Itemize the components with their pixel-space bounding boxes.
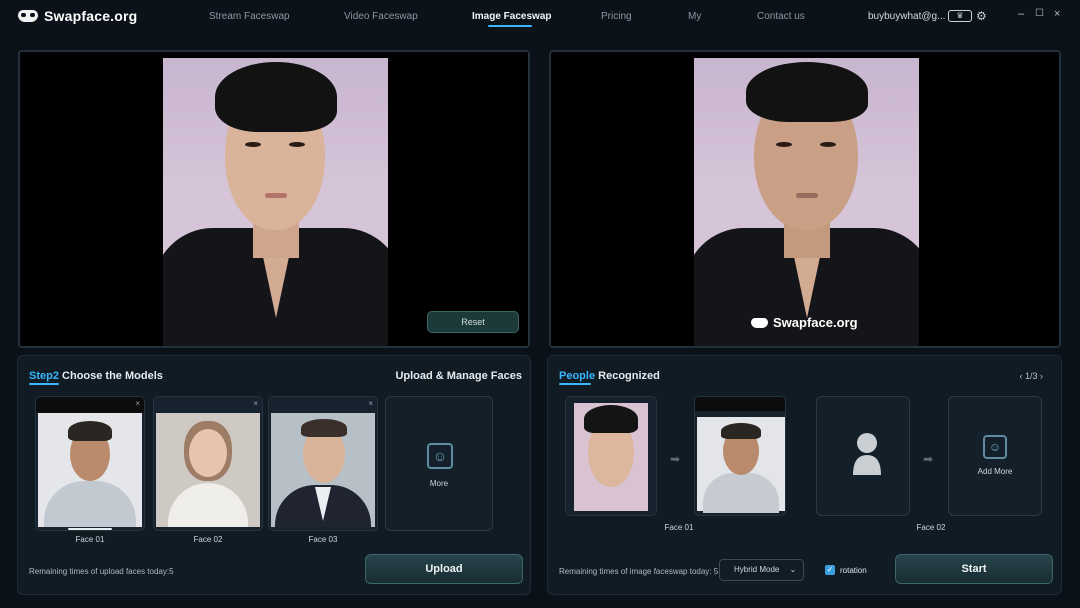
more-faces-card[interactable]: ☺ More (385, 396, 493, 531)
nav-video-faceswap[interactable]: Video Faceswap (344, 11, 418, 22)
face-scan-icon: ☺ (427, 443, 453, 469)
add-more-card[interactable]: ☺ Add More (948, 396, 1042, 516)
nav-image-faceswap[interactable]: Image Faceswap (472, 11, 551, 22)
upload-button[interactable]: Upload (365, 554, 523, 584)
card-header (695, 397, 785, 411)
upload-manage-faces-link[interactable]: Upload & Manage Faces (395, 370, 522, 382)
arrow-right-icon: ➡ (670, 452, 681, 466)
face-card-label: Face 01 (75, 535, 105, 544)
models-panel: Step2 Choose the Models Upload & Manage … (17, 355, 531, 595)
mode-select[interactable]: Hybrid Mode ⌄ (719, 559, 804, 581)
pager: ‹ 1/3 › (1019, 371, 1043, 381)
settings-gear-icon[interactable]: ⚙ (976, 9, 987, 23)
mode-value: Hybrid Mode (734, 565, 780, 574)
card-header (154, 397, 262, 413)
models-title-step: Step2 (29, 370, 59, 382)
reset-button[interactable]: Reset (427, 311, 519, 333)
portrait-hair (746, 62, 868, 122)
start-button[interactable]: Start (895, 554, 1053, 584)
more-label: More (429, 479, 449, 488)
page-indicator: 1/3 (1024, 371, 1038, 381)
pair-label: Face 01 (664, 523, 694, 532)
close-window-button[interactable]: × (1054, 8, 1060, 20)
close-icon[interactable]: × (253, 399, 258, 408)
portrait-eye-right (289, 142, 305, 147)
person-silhouette-icon (853, 433, 881, 475)
portrait-hair (215, 62, 337, 132)
target-face-photo (697, 417, 785, 513)
active-nav-indicator (488, 25, 532, 27)
top-bar: Swapface.org Stream Faceswap Video Faces… (0, 0, 1080, 34)
face-card-02[interactable]: × (153, 396, 263, 531)
chevron-right-icon[interactable]: › (1040, 371, 1043, 381)
models-title-text: Choose the Models (58, 370, 163, 382)
chevron-down-icon: ⌄ (789, 565, 797, 574)
nav-stream-faceswap[interactable]: Stream Faceswap (209, 11, 290, 22)
selected-indicator (68, 528, 112, 530)
add-more-label: Add More (977, 467, 1013, 476)
nav-my[interactable]: My (688, 11, 701, 22)
nav-pricing[interactable]: Pricing (601, 11, 632, 22)
mask-logo-icon (18, 10, 38, 22)
vip-crown-icon[interactable]: ♛ (948, 10, 972, 22)
face-01-photo (38, 413, 142, 527)
logo-text: Swapface.org (44, 8, 138, 24)
recognized-face-photo (574, 403, 648, 511)
source-photo (163, 58, 388, 346)
close-icon[interactable]: × (135, 399, 140, 408)
source-image-panel[interactable]: Reset (18, 50, 530, 348)
rotation-label: rotation (840, 566, 867, 575)
card-header (36, 397, 144, 413)
app-logo[interactable]: Swapface.org (18, 8, 137, 24)
nav-contact-us[interactable]: Contact us (757, 11, 805, 22)
user-account[interactable]: buybuywhat@g... (868, 11, 945, 22)
rotation-checkbox[interactable]: ✓ (825, 565, 835, 575)
face-scan-icon: ☺ (983, 435, 1007, 459)
swapface-watermark: Swapface.org (751, 315, 858, 330)
face-card-03[interactable]: × (268, 396, 378, 531)
arrow-right-icon: ➡ (923, 452, 934, 466)
recognized-face-placeholder[interactable] (816, 396, 910, 516)
result-image-panel[interactable]: Swapface.org (549, 50, 1061, 348)
face-card-label: Face 02 (193, 535, 223, 544)
faceswap-remaining-text: Remaining times of image faceswap today:… (559, 567, 719, 576)
recognized-title-highlight: People (559, 370, 596, 382)
maximize-button[interactable]: ☐ (1035, 8, 1044, 19)
face-03-photo (271, 413, 375, 527)
recognized-title-text: Recognized (595, 370, 660, 382)
pair-label: Face 02 (916, 523, 946, 532)
recognized-title: People Recognized (559, 370, 660, 382)
face-02-photo (156, 413, 260, 527)
upload-remaining-text: Remaining times of upload faces today:5 (29, 567, 174, 576)
card-header (269, 397, 377, 413)
close-icon[interactable]: × (368, 399, 373, 408)
portrait-eye-right (820, 142, 836, 147)
models-title: Step2 Choose the Models (29, 370, 163, 382)
portrait-mouth (796, 193, 818, 198)
mask-watermark-icon (751, 317, 768, 328)
minimize-button[interactable]: – (1018, 8, 1024, 20)
title-accent-bar (559, 383, 591, 385)
recognized-face-source[interactable] (565, 396, 657, 516)
portrait-mouth (265, 193, 287, 198)
face-card-label: Face 03 (308, 535, 338, 544)
result-photo (694, 58, 919, 346)
portrait-eye-left (245, 142, 261, 147)
title-accent-bar (29, 383, 59, 385)
recognized-panel: People Recognized ‹ 1/3 › ➡ Face 01 ➡ ☺ … (547, 355, 1062, 595)
watermark-text: Swapface.org (773, 315, 858, 330)
recognized-face-target[interactable] (694, 396, 786, 516)
face-card-01[interactable]: × (35, 396, 145, 531)
portrait-eye-left (776, 142, 792, 147)
